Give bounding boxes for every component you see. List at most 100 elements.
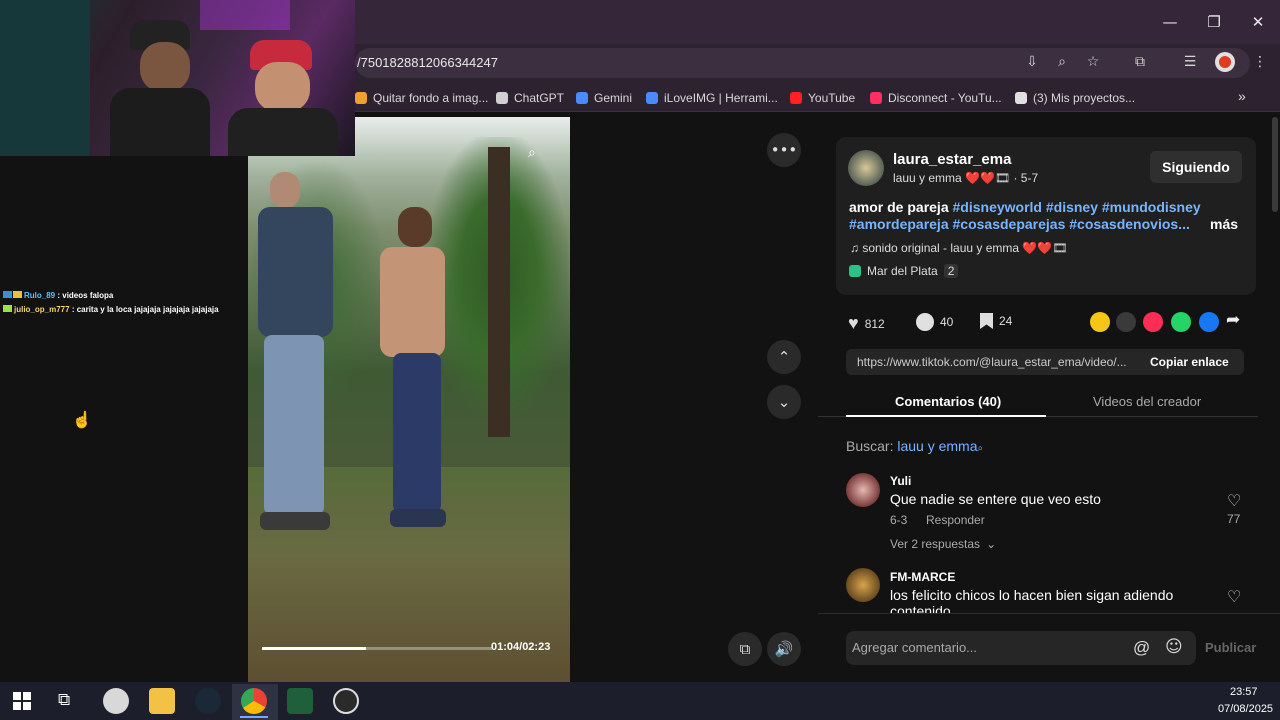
bookmark-item[interactable]: YouTube — [790, 89, 855, 107]
share-arrow-icon[interactable]: ➦ — [1226, 310, 1240, 330]
clock-date[interactable]: 07/08/2025 — [1218, 703, 1273, 715]
comment-stat[interactable]: 40 — [916, 313, 953, 331]
yandex-icon[interactable] — [103, 688, 129, 714]
caption: amor de pareja #disneyworld #disney #mun… — [849, 199, 1201, 215]
task-view-icon[interactable]: ⧉ — [58, 690, 70, 710]
bookmark-item[interactable]: iLoveIMG | Herrami... — [646, 89, 778, 107]
bookmark-label: ChatGPT — [514, 91, 565, 105]
bookmark-icon — [980, 313, 993, 329]
star-icon[interactable]: ☆ — [1083, 52, 1103, 72]
more-link[interactable]: más — [1210, 216, 1238, 232]
bookmark-label: Quitar fondo a imag... — [373, 91, 489, 105]
comment-text: los felicito chicos lo hacen bien sigan … — [890, 587, 1174, 603]
sound-link[interactable]: ♫ sonido original - lauu y emma ❤️❤️🎞 — [850, 241, 1068, 255]
bookmark-icon — [355, 92, 367, 104]
video-player[interactable]: 01:04/02:23 ⌕ — [248, 117, 570, 682]
emoji-icon[interactable]: ☺ — [1165, 637, 1183, 657]
steam-icon[interactable] — [195, 688, 221, 714]
active-indicator — [240, 716, 268, 718]
person-head — [270, 172, 300, 208]
taskbar — [0, 682, 1280, 720]
bookmark-item[interactable]: (3) Mis proyectos... — [1015, 89, 1135, 107]
bookmark-icon — [496, 92, 508, 104]
like-stat[interactable]: ♥ 812 — [848, 313, 885, 334]
bookmark-item[interactable]: Gemini — [576, 89, 632, 107]
close-icon[interactable]: ✕ — [1248, 12, 1268, 32]
restore-icon[interactable]: ❐ — [1204, 12, 1224, 32]
composer-divider — [818, 613, 1280, 614]
hashtags[interactable]: #disneyworld #disney #mundodisney — [953, 199, 1201, 215]
copy-link-button[interactable]: Copiar enlace — [1150, 355, 1229, 369]
person2-sweater — [380, 247, 445, 357]
repost-icon[interactable] — [1090, 312, 1110, 332]
comment-placeholder: Agregar comentario... — [852, 640, 978, 655]
next-video-icon[interactable]: ⌄ — [767, 385, 801, 419]
obs-icon[interactable] — [333, 688, 359, 714]
video-progress-track[interactable] — [262, 647, 492, 650]
whatsapp-icon[interactable] — [1171, 312, 1191, 332]
view-replies-button[interactable]: Ver 2 respuestas ⌄ — [890, 537, 996, 551]
reply-button[interactable]: Responder — [926, 513, 985, 527]
clock-time[interactable]: 23:57 — [1230, 686, 1258, 698]
active-tab-indicator — [846, 415, 1046, 417]
following-button[interactable]: Siguiendo — [1150, 151, 1242, 183]
chat-message: julio_op_m777 : carita y la loca jajajaj… — [3, 305, 219, 314]
location-link[interactable]: Mar del Plata 2 — [849, 264, 959, 278]
file-explorer-icon[interactable] — [149, 688, 175, 714]
comment-user[interactable]: FM-MARCE — [890, 570, 955, 584]
zoom-icon[interactable]: ⌕ — [1052, 52, 1072, 72]
menu-icon[interactable]: ⋮ — [1250, 52, 1270, 72]
comment-icon — [916, 313, 934, 331]
scrollbar[interactable] — [1272, 117, 1278, 212]
chrome-icon[interactable] — [241, 688, 267, 714]
video-link[interactable]: https://www.tiktok.com/@laura_estar_ema/… — [857, 355, 1127, 369]
comment-text: Que nadie se entere que veo esto — [890, 491, 1101, 507]
search-icon[interactable]: ⌕ — [528, 145, 536, 161]
chevron-down-icon: ⌄ — [986, 537, 997, 551]
facebook-icon[interactable] — [1199, 312, 1219, 332]
comment-like-icon[interactable]: ♡ — [1227, 491, 1241, 511]
hashtags-line2[interactable]: #amordepareja #cosasdeparejas #cosasdeno… — [849, 216, 1190, 232]
bookmark-item[interactable]: ChatGPT — [496, 89, 564, 107]
app-icon[interactable] — [287, 688, 313, 714]
bookmark-label: iLoveIMG | Herrami... — [664, 91, 778, 105]
bookmark-label: Disconnect - YouTu... — [888, 91, 1002, 105]
previous-video-icon[interactable]: ⌃ — [767, 340, 801, 374]
comment-like-icon[interactable]: ♡ — [1227, 587, 1241, 607]
comment-user[interactable]: Yuli — [890, 474, 911, 488]
media-icon[interactable]: ☰ — [1180, 52, 1200, 72]
publish-button[interactable]: Publicar — [1205, 640, 1256, 655]
volume-icon[interactable]: 🔊 — [767, 632, 801, 666]
extensions-icon[interactable]: ⧉ — [1130, 52, 1150, 72]
embed-icon[interactable] — [1116, 312, 1136, 332]
video-progress-fill — [262, 647, 366, 650]
install-app-icon[interactable]: ⇩ — [1022, 52, 1042, 72]
mention-icon[interactable]: @ — [1133, 638, 1150, 658]
bookmark-item[interactable]: Quitar fondo a imag... — [355, 89, 488, 107]
mini-player-icon[interactable]: ⧉ — [728, 632, 762, 666]
more-bookmarks-icon[interactable]: » — [1238, 88, 1246, 104]
windows-start-icon[interactable] — [13, 692, 31, 710]
profile-avatar[interactable] — [1215, 52, 1235, 72]
avatar[interactable] — [846, 568, 880, 602]
tab-comments[interactable]: Comentarios (40) — [895, 394, 1001, 409]
comment-like-count: 77 — [1227, 512, 1241, 526]
send-icon[interactable] — [1143, 312, 1163, 332]
author-avatar[interactable] — [848, 150, 884, 186]
comment-text-overflow: contenido — [890, 604, 951, 613]
comment-date: 6-3 — [890, 513, 908, 527]
person-jeans — [264, 335, 324, 515]
save-stat[interactable]: 24 — [980, 313, 1012, 329]
url-text[interactable]: /7501828812066344247 — [357, 55, 498, 70]
search-related[interactable]: Buscar: lauu y emma⌕ — [846, 438, 983, 454]
author-username[interactable]: laura_estar_ema — [893, 151, 1011, 168]
minimize-icon[interactable]: — — [1160, 12, 1180, 32]
person2-head — [398, 207, 432, 247]
tab-creator-videos[interactable]: Videos del creador — [1093, 394, 1201, 409]
heart-icon: ♥ — [848, 313, 859, 333]
search-small-icon: ⌕ — [977, 443, 984, 454]
bookmark-item[interactable]: Disconnect - YouTu... — [870, 89, 1002, 107]
bookmark-icon — [576, 92, 588, 104]
more-options-icon[interactable]: ••• — [767, 133, 801, 167]
avatar[interactable] — [846, 473, 880, 507]
